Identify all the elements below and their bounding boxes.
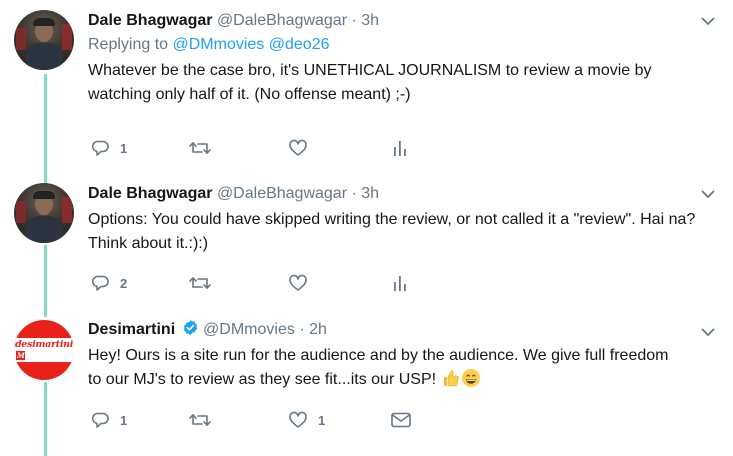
reply-count: 2 [120,275,128,291]
tweet-header: Dale Bhagwagar @DaleBhagwagar · 3h [88,183,717,205]
caret-down-icon[interactable] [701,187,715,201]
grinning-emoji-icon [461,369,480,387]
direct-message-button[interactable] [390,410,412,430]
tweet-text-line: to our MJ's to review as they see fit...… [88,371,437,388]
tweet: Dale Bhagwagar @DaleBhagwagar · 3h Reply… [88,10,717,156]
verified-icon [183,320,197,335]
separator-dot: · [299,321,305,338]
tweet-text-line: Hey! Ours is a site run for the audience… [88,347,669,364]
avatar[interactable] [14,10,74,70]
retweet-icon [189,277,211,289]
author-name[interactable]: Desimartini [88,321,175,338]
timestamp[interactable]: 3h [361,12,379,29]
like-icon [289,274,307,291]
caret-down-icon[interactable] [701,325,715,339]
mention-link[interactable]: @DMmovies [173,36,265,53]
author-name[interactable]: Dale Bhagwagar [88,185,212,202]
reply-count: 1 [120,412,128,428]
tweet-text: Whatever be the case bro, it's UNETHICAL… [88,62,652,103]
like-icon [289,411,307,428]
direct-message-icon [391,412,411,428]
tweet: Desimartini @DMmovies · 2h Hey! Ours is … [88,319,717,428]
reply-icon [91,275,109,291]
tweet-text: Hey! Ours is a site run for the audience… [88,344,717,392]
reply-count: 1 [120,140,128,156]
reply-icon [91,412,109,428]
retweet-button[interactable] [188,410,212,430]
analytics-button[interactable] [392,273,408,293]
tweet-header: Dale Bhagwagar @DaleBhagwagar · 3h [88,10,717,32]
timestamp[interactable]: 2h [309,321,327,338]
replying-prefix: Replying to [88,36,169,53]
like-button[interactable] [288,138,308,158]
thread-line [44,382,47,456]
desimartini-logo: desimartiniM [14,338,74,362]
like-button[interactable] [288,273,308,293]
retweet-button[interactable] [188,138,212,158]
tweet: Dale Bhagwagar @DaleBhagwagar · 3h Optio… [88,183,717,291]
reply-button[interactable]: 2 [90,273,127,293]
tweet-text: Options: You could have skipped writing … [88,211,696,252]
reply-button[interactable]: 1 [90,410,127,430]
retweet-icon [189,142,211,154]
mention-link[interactable]: @deo26 [269,36,330,53]
author-handle[interactable]: @DaleBhagwagar [217,185,347,202]
retweet-button[interactable] [188,273,212,293]
tweet-header: Desimartini @DMmovies · 2h [88,319,717,341]
avatar[interactable]: desimartiniM [14,320,74,380]
analytics-icon [394,276,406,291]
author-handle[interactable]: @DaleBhagwagar [217,12,347,29]
timestamp[interactable]: 3h [361,185,379,202]
avatar[interactable] [14,183,74,243]
author-name[interactable]: Dale Bhagwagar [88,12,212,29]
analytics-icon [394,141,406,156]
like-icon [289,139,307,156]
separator-dot: · [351,12,357,29]
reply-button[interactable]: 1 [90,138,127,158]
thread-line [44,245,47,317]
author-handle[interactable]: @DMmovies [203,321,295,338]
separator-dot: · [351,185,357,202]
reply-icon [91,140,109,156]
like-button[interactable]: 1 [288,410,325,430]
thumbs-up-emoji-icon [443,370,459,387]
like-count: 1 [318,412,326,428]
caret-down-icon[interactable] [701,14,715,28]
replying-to: Replying to @DMmovies @deo26 [88,34,717,56]
thread-line [44,74,47,184]
retweet-icon [189,414,211,426]
analytics-button[interactable] [392,138,408,158]
